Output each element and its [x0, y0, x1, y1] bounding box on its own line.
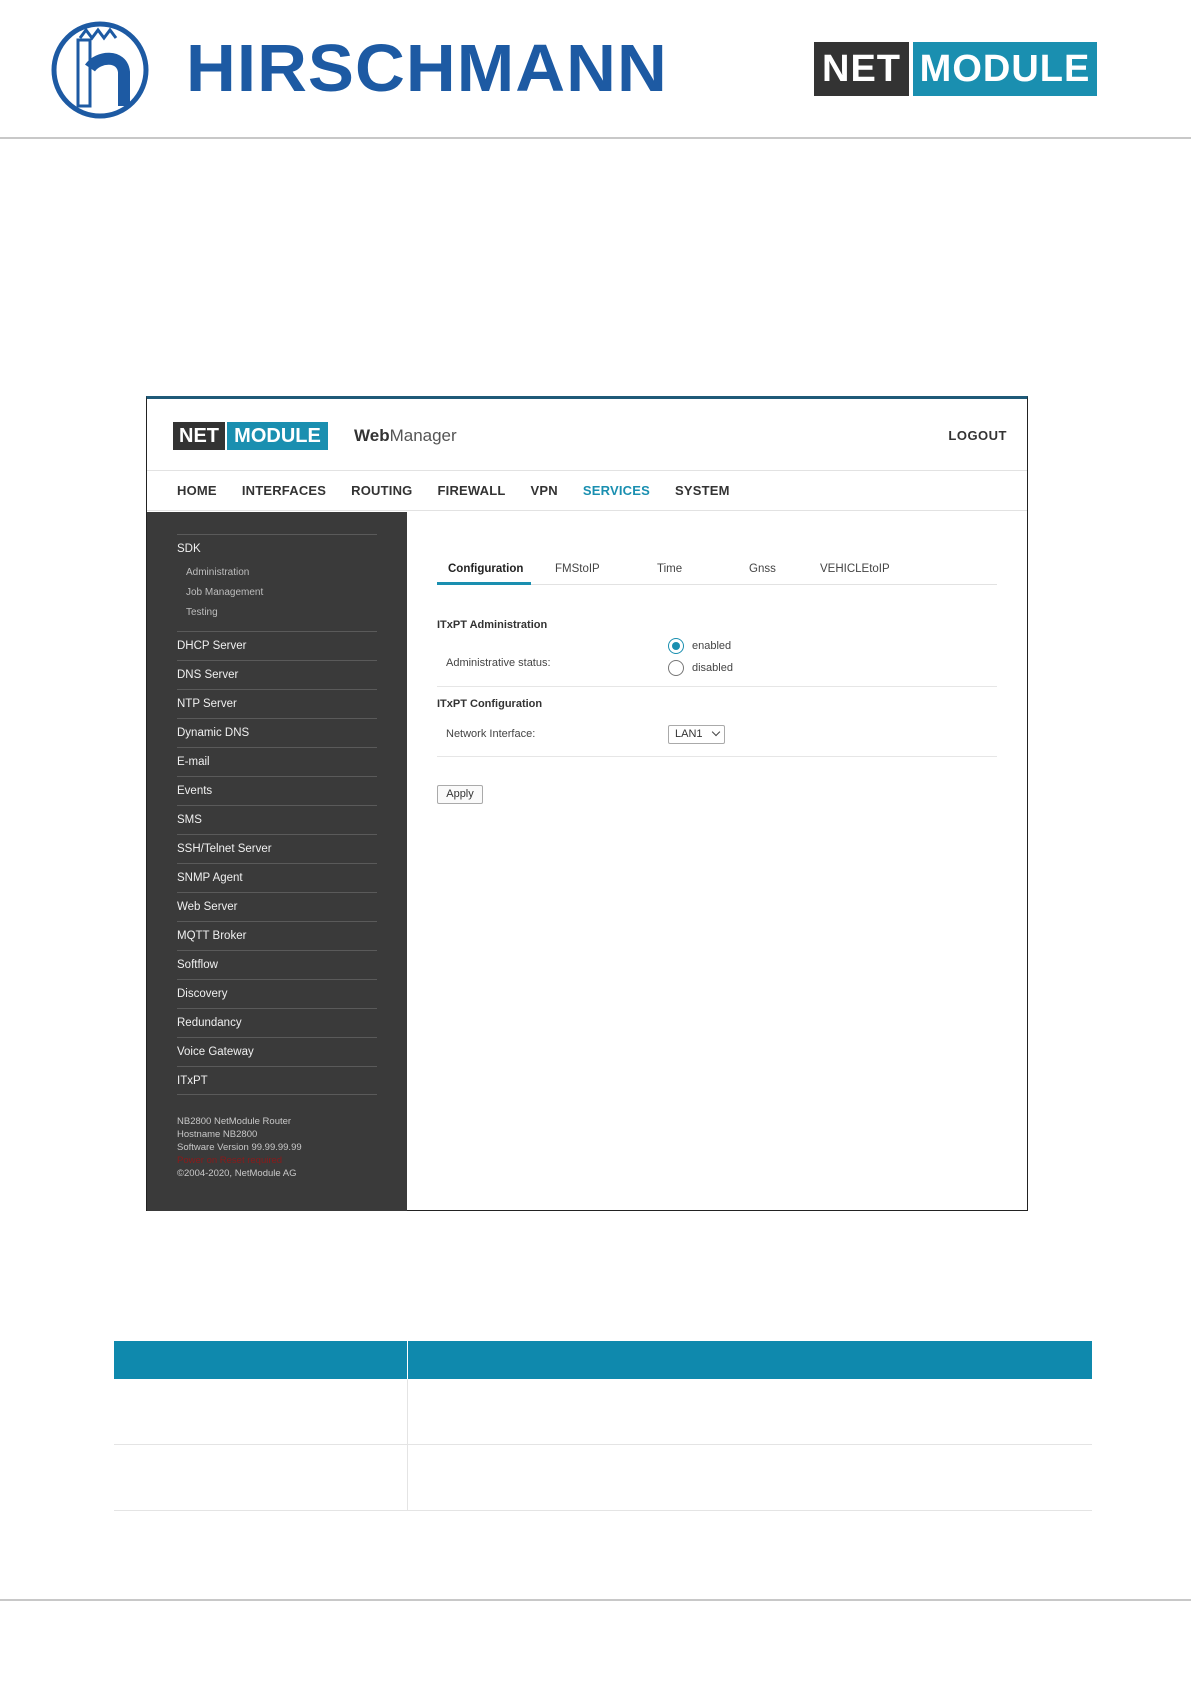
admin-status-label: Administrative status: [446, 657, 551, 669]
app-logo-net: NET [173, 422, 225, 450]
app-logo[interactable]: NET MODULE [173, 422, 328, 450]
sidebar-item-voice-gateway[interactable]: Voice Gateway [177, 1037, 377, 1066]
sidebar-item-dhcp-server[interactable]: DHCP Server [177, 631, 377, 660]
network-interface-label: Network Interface: [446, 728, 536, 740]
table-row [114, 1379, 1092, 1445]
tab-configuration[interactable]: Configuration [448, 563, 523, 575]
sidebar-item-sms[interactable]: SMS [177, 805, 377, 834]
tab-time[interactable]: Time [657, 563, 682, 575]
radio-disabled-label: disabled [692, 662, 733, 674]
network-interface-value: LAN1 [675, 728, 703, 740]
sidebar-item-softflow[interactable]: Softflow [177, 950, 377, 979]
table-header [114, 1341, 1092, 1379]
nav-interfaces[interactable]: INTERFACES [242, 483, 326, 498]
apply-button[interactable]: Apply [437, 785, 483, 804]
radio-enabled-dot[interactable] [668, 638, 684, 654]
sidebar-list: SDK Administration Job Management Testin… [177, 534, 377, 1095]
app-title: WebManager [354, 426, 457, 446]
footer-model: NB2800 NetModule Router [177, 1116, 292, 1127]
sidebar-item-itxpt[interactable]: ITxPT [177, 1066, 377, 1095]
sidebar-sub-job-management[interactable]: Job Management [177, 583, 377, 603]
footer-version: Software Version 99.99.99.99 [177, 1142, 302, 1153]
nav-services[interactable]: SERVICES [583, 483, 650, 498]
sidebar-item-snmp-agent[interactable]: SNMP Agent [177, 863, 377, 892]
sidebar-item-events[interactable]: Events [177, 776, 377, 805]
sidebar-item-discovery[interactable]: Discovery [177, 979, 377, 1008]
table-row [114, 1445, 1092, 1511]
hirschmann-logo-icon [51, 21, 149, 119]
sidebar-item-mqtt-broker[interactable]: MQTT Broker [177, 921, 377, 950]
sidebar-sub-administration[interactable]: Administration [177, 563, 377, 583]
radio-disabled-dot[interactable] [668, 660, 684, 676]
sidebar-item-ssh-telnet-server[interactable]: SSH/Telnet Server [177, 834, 377, 863]
sidebar-item-dns-server[interactable]: DNS Server [177, 660, 377, 689]
nav-firewall[interactable]: FIREWALL [438, 483, 506, 498]
nav-system[interactable]: SYSTEM [675, 483, 730, 498]
admin-section-title: ITxPT Administration [437, 619, 548, 631]
sidebar-item-web-server[interactable]: Web Server [177, 892, 377, 921]
row-divider [437, 756, 997, 757]
netmodule-logo: NET MODULE [814, 42, 1097, 96]
sidebar-item-ntp-server[interactable]: NTP Server [177, 689, 377, 718]
active-tab-indicator [437, 582, 531, 585]
app-title-bold: Web [354, 426, 390, 445]
sidebar-footer: NB2800 NetModule Router Hostname NB2800 … [177, 1115, 302, 1180]
row-divider [437, 686, 997, 687]
tab-bar: Configuration FMStoIP Time Gnss VEHICLEt… [437, 542, 997, 585]
logo-module: MODULE [913, 42, 1097, 96]
config-section-title: ITxPT Configuration [437, 698, 543, 710]
page-header: HIRSCHMANN NET MODULE [0, 0, 1191, 139]
network-interface-select[interactable]: LAN1 [668, 725, 725, 744]
nav-vpn[interactable]: VPN [531, 483, 558, 498]
sidebar-sub-testing[interactable]: Testing [177, 603, 377, 623]
tab-fmstoip[interactable]: FMStoIP [555, 563, 600, 575]
hirschmann-wordmark: HIRSCHMANN [186, 31, 668, 106]
radio-enabled[interactable]: enabled [668, 638, 731, 654]
tab-vehicletoip[interactable]: VEHICLEtoIP [820, 563, 890, 575]
app-title-light: Manager [389, 426, 457, 445]
radio-disabled[interactable]: disabled [668, 660, 733, 676]
webmanager-screenshot: NET MODULE WebManager LOGOUT HOME INTERF… [146, 396, 1028, 1211]
sidebar-item-dynamic-dns[interactable]: Dynamic DNS [177, 718, 377, 747]
logout-button[interactable]: LOGOUT [948, 428, 1007, 443]
sidebar-item-email[interactable]: E-mail [177, 747, 377, 776]
footer-warning[interactable]: Power on Reset required [177, 1154, 302, 1167]
sidebar-item-sdk: SDK Administration Job Management Testin… [177, 534, 377, 631]
main-nav: HOME INTERFACES ROUTING FIREWALL VPN SER… [147, 471, 1027, 511]
page-footer-divider [0, 1599, 1191, 1601]
logo-net: NET [814, 42, 909, 96]
sidebar: SDK Administration Job Management Testin… [147, 512, 407, 1211]
tab-gnss[interactable]: Gnss [749, 563, 776, 575]
app-header: NET MODULE WebManager LOGOUT [147, 399, 1027, 471]
sidebar-item-sdk-label[interactable]: SDK [177, 535, 377, 563]
footer-hostname: Hostname NB2800 [177, 1129, 258, 1140]
radio-enabled-label: enabled [692, 640, 732, 652]
app-logo-module: MODULE [227, 422, 328, 450]
nav-home[interactable]: HOME [177, 483, 217, 498]
sidebar-item-redundancy[interactable]: Redundancy [177, 1008, 377, 1037]
footer-copyright: ©2004-2020, NetModule AG [177, 1168, 297, 1179]
nav-routing[interactable]: ROUTING [351, 483, 412, 498]
chevron-down-icon [711, 727, 721, 737]
doc-table [114, 1341, 1092, 1511]
